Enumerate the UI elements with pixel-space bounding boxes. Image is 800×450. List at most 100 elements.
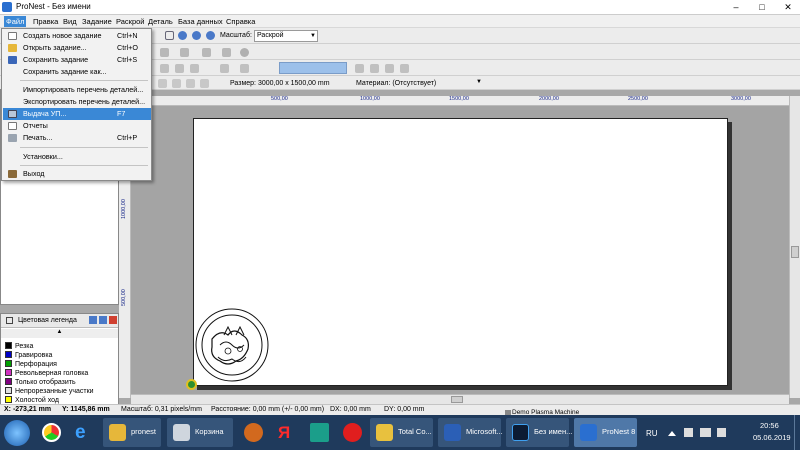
copy-icon[interactable] <box>202 48 211 57</box>
menu-item-save-task-as[interactable]: Сохранить задание как... <box>3 66 151 78</box>
taskbar-item-pronest-8[interactable]: ProNest 8 <box>574 418 637 447</box>
menu-item-label: Импортировать перечень деталей... <box>23 85 144 94</box>
menu-item-exit[interactable]: Выход <box>3 168 151 180</box>
chevron-up-icon[interactable]: ▲ <box>1 329 118 338</box>
first-sheet-icon[interactable] <box>186 79 195 88</box>
zoom-fit-icon[interactable] <box>165 31 174 40</box>
chevron-down-icon: ▼ <box>310 33 316 39</box>
start-button[interactable] <box>4 420 30 446</box>
align-right-icon[interactable] <box>190 64 199 73</box>
group-icon[interactable] <box>240 64 249 73</box>
prev-sheet-icon[interactable] <box>158 79 167 88</box>
legend-item: Только отобразить <box>5 378 76 387</box>
taskbar-item-photoshop[interactable]: Без имен... <box>506 418 573 447</box>
spacing-input[interactable] <box>279 62 347 74</box>
menu-help[interactable]: Справка <box>226 17 255 26</box>
tray-chevron-up-icon[interactable] <box>668 431 676 436</box>
rotate-icon[interactable] <box>160 48 169 57</box>
menu-item-new-task[interactable]: Создать новое задание Ctrl+N <box>3 30 151 42</box>
menu-nest[interactable]: Раскрой <box>116 17 145 26</box>
menu-edit[interactable]: Правка <box>33 17 58 26</box>
taskbar-item-total-commander[interactable]: Total Co... <box>370 418 433 447</box>
ruler-tick-label: 1000,00 <box>360 96 380 102</box>
vertical-scrollbar[interactable] <box>789 96 800 398</box>
show-desktop-button[interactable] <box>794 415 800 450</box>
nested-part[interactable] <box>192 305 272 385</box>
minimize-button[interactable]: – <box>724 0 748 15</box>
menu-item-shortcut: Ctrl+P <box>117 133 138 142</box>
zoom-out-icon[interactable] <box>192 31 201 40</box>
menu-part[interactable]: Деталь <box>148 17 173 26</box>
maximize-button[interactable]: □ <box>750 0 774 15</box>
next-sheet-icon[interactable] <box>172 79 181 88</box>
open-folder-icon <box>8 44 17 52</box>
scale-label: Масштаб: <box>220 32 252 39</box>
menu-item-open-task[interactable]: Открыть задание... Ctrl+O <box>3 42 151 54</box>
sheet-plate[interactable] <box>193 118 728 386</box>
chrome-icon[interactable] <box>42 423 61 442</box>
close-icon[interactable] <box>109 316 117 324</box>
stack-icon[interactable] <box>370 64 379 73</box>
app-icon[interactable] <box>310 423 329 442</box>
scroll-thumb[interactable] <box>791 246 799 258</box>
taskbar-item-pronest[interactable]: pronest <box>103 418 161 447</box>
equal-icon[interactable] <box>385 64 394 73</box>
taskbar-item-microsoft[interactable]: Microsoft... <box>438 418 503 447</box>
status-y: Y: 1145,86 mm <box>62 406 110 413</box>
status-distance: Расстояние: 0,00 mm (+/- 0,00 mm) <box>211 406 325 413</box>
language-indicator[interactable]: RU <box>646 429 658 438</box>
menu-file[interactable]: Файл <box>4 16 27 27</box>
clock-date[interactable]: 05.06.2019 <box>753 433 791 442</box>
menu-item-reports[interactable]: Отчеты <box>3 120 151 132</box>
volume-icon[interactable] <box>717 428 726 437</box>
legend-swatch <box>5 378 12 385</box>
yandex-icon[interactable]: Я <box>278 423 295 442</box>
flag-icon[interactable] <box>684 428 693 437</box>
total-commander-icon <box>376 424 393 441</box>
clock-time[interactable]: 20:56 <box>760 421 779 430</box>
menu-item-export-parts[interactable]: Экспортировать перечень деталей... <box>3 96 151 108</box>
mirror-icon[interactable] <box>180 48 189 57</box>
network-icon[interactable] <box>700 428 711 437</box>
menu-view[interactable]: Вид <box>63 17 77 26</box>
legend-item: Резка <box>5 342 33 351</box>
legend-item: Непрорезанные участки <box>5 387 94 396</box>
restore-icon[interactable] <box>89 316 97 324</box>
chevron-down-icon[interactable]: ▼ <box>476 79 482 85</box>
distribute-icon[interactable] <box>355 64 364 73</box>
status-scale: Масштаб: 0,31 pixels/mm <box>121 406 202 413</box>
print-icon <box>8 134 17 142</box>
ie-icon[interactable]: e <box>75 423 94 442</box>
delete-icon[interactable] <box>222 48 231 57</box>
ruler-tick-label: 1000,00 <box>121 199 127 219</box>
menu-item-save-task[interactable]: Сохранить задание Ctrl+S <box>3 54 151 66</box>
zoom-in-icon[interactable] <box>178 31 187 40</box>
menu-item-output-nc[interactable]: Выдача УП... F7 <box>3 108 151 120</box>
close-button[interactable]: ✕ <box>776 0 800 15</box>
horizontal-scrollbar[interactable] <box>131 394 789 404</box>
app-icon[interactable] <box>244 423 263 442</box>
no-entry-icon[interactable] <box>240 48 249 57</box>
align-center-icon[interactable] <box>175 64 184 73</box>
legend-item: Револьверная головка <box>5 369 88 378</box>
scroll-thumb[interactable] <box>451 396 463 403</box>
zoom-window-icon[interactable] <box>206 31 215 40</box>
report-icon <box>8 122 17 130</box>
recycle-bin-icon <box>173 424 190 441</box>
yandex-browser-icon[interactable] <box>343 423 362 442</box>
menu-task[interactable]: Задание <box>82 17 112 26</box>
ruler-tick-label: 3000,00 <box>731 96 751 102</box>
menu-item-print[interactable]: Печать... Ctrl+P <box>3 132 151 144</box>
snap-icon[interactable] <box>220 64 229 73</box>
last-sheet-icon[interactable] <box>200 79 209 88</box>
order-icon[interactable] <box>400 64 409 73</box>
scale-select[interactable]: Раскрой ▼ <box>254 30 318 42</box>
taskbar-label: ProNest 8 <box>602 427 636 436</box>
pin-icon[interactable] <box>99 316 107 324</box>
menu-item-settings[interactable]: Установки... <box>3 151 151 163</box>
taskbar-label: Без имен... <box>534 427 573 436</box>
taskbar-item-recycle-bin[interactable]: Корзина <box>167 418 233 447</box>
menu-item-import-parts[interactable]: Импортировать перечень деталей... <box>3 84 151 96</box>
menu-database[interactable]: База данных <box>178 17 223 26</box>
align-left-icon[interactable] <box>160 64 169 73</box>
